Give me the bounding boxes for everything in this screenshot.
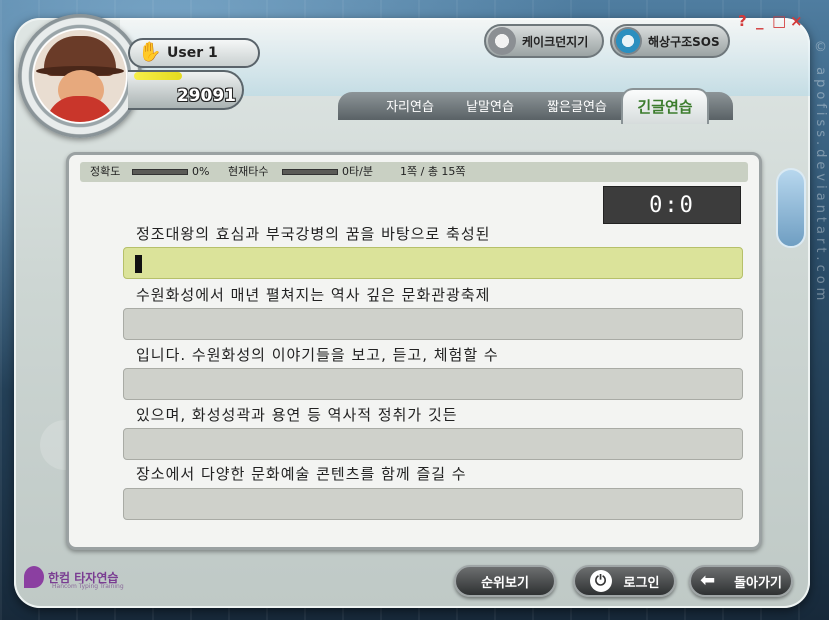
game-label: 케이크던지기 bbox=[522, 34, 589, 49]
power-icon: ⏻ bbox=[589, 570, 612, 592]
login-button[interactable]: ⏻ 로그인 bbox=[573, 565, 676, 597]
back-arrow-icon: ⬅ bbox=[700, 570, 716, 591]
avatar bbox=[34, 30, 126, 122]
tab-long-text-practice[interactable]: 긴글연습 bbox=[621, 88, 709, 124]
minimize-icon[interactable]: _ bbox=[756, 13, 764, 29]
stats-bar: 정확도 0% 현재타수 0타/분 1쪽 / 총 15쪽 bbox=[80, 162, 748, 182]
back-button-label: 돌아가기 bbox=[734, 575, 782, 591]
prompt-line-1: 정조대왕의 효심과 부국강병의 꿈을 바탕으로 축성된 bbox=[136, 225, 491, 243]
speed-label: 현재타수 bbox=[228, 165, 269, 178]
page-info: 1쪽 / 총 15쪽 bbox=[400, 165, 466, 178]
hancom-logo-icon bbox=[24, 566, 44, 588]
ranking-button-label: 순위보기 bbox=[481, 575, 529, 591]
typing-input-3[interactable] bbox=[123, 368, 743, 400]
cake-icon bbox=[488, 27, 516, 55]
user-score: 29091 bbox=[176, 86, 236, 106]
typing-input-5[interactable] bbox=[123, 488, 743, 520]
accuracy-meter bbox=[132, 169, 188, 175]
score-progress-bar bbox=[134, 72, 182, 80]
prompt-line-4: 있으며, 화성성곽과 용연 등 역사적 정취가 깃든 bbox=[136, 406, 458, 424]
tab-short-text-practice[interactable]: 짧은글연습 bbox=[536, 96, 618, 120]
game-label: 해상구조SOS bbox=[648, 34, 720, 49]
user-name: User 1 bbox=[167, 45, 218, 61]
back-button[interactable]: ⬅ 돌아가기 bbox=[689, 565, 793, 597]
text-cursor bbox=[135, 255, 142, 273]
typing-input-1[interactable] bbox=[123, 247, 743, 279]
typing-input-2[interactable] bbox=[123, 308, 743, 340]
speed-value: 0타/분 bbox=[342, 165, 373, 178]
ranking-button[interactable]: 순위보기 bbox=[454, 565, 556, 597]
close-icon[interactable]: × bbox=[790, 13, 803, 29]
accuracy-label: 정확도 bbox=[90, 165, 121, 178]
maximize-icon[interactable]: □ bbox=[772, 13, 786, 29]
watermark: © apofiss.deviantart.com bbox=[813, 40, 828, 305]
help-icon[interactable]: ? bbox=[738, 13, 747, 29]
accuracy-value: 0% bbox=[192, 165, 210, 178]
speed-meter bbox=[282, 169, 338, 175]
prompt-line-3: 입니다. 수원화성의 이야기들을 보고, 듣고, 체험할 수 bbox=[136, 346, 499, 364]
side-decoration bbox=[776, 168, 806, 248]
timer-display: 0:0 bbox=[603, 186, 741, 224]
typing-input-4[interactable] bbox=[123, 428, 743, 460]
sea-rescue-game-button[interactable]: 해상구조SOS bbox=[610, 24, 730, 58]
lifebuoy-icon bbox=[614, 27, 642, 55]
logo-subtitle: Hancom Typing Training bbox=[52, 583, 124, 590]
cake-throw-game-button[interactable]: 케이크던지기 bbox=[484, 24, 604, 58]
prompt-line-5: 장소에서 다양한 문화예술 콘텐츠를 함께 즐길 수 bbox=[136, 465, 467, 483]
tab-key-practice[interactable]: 자리연습 bbox=[372, 96, 448, 120]
tab-word-practice[interactable]: 낱말연습 bbox=[452, 96, 528, 120]
hand-icon: ✋ bbox=[138, 41, 162, 63]
prompt-line-2: 수원화성에서 매년 펼쳐지는 역사 깊은 문화관광축제 bbox=[136, 286, 491, 304]
login-button-label: 로그인 bbox=[623, 575, 660, 591]
